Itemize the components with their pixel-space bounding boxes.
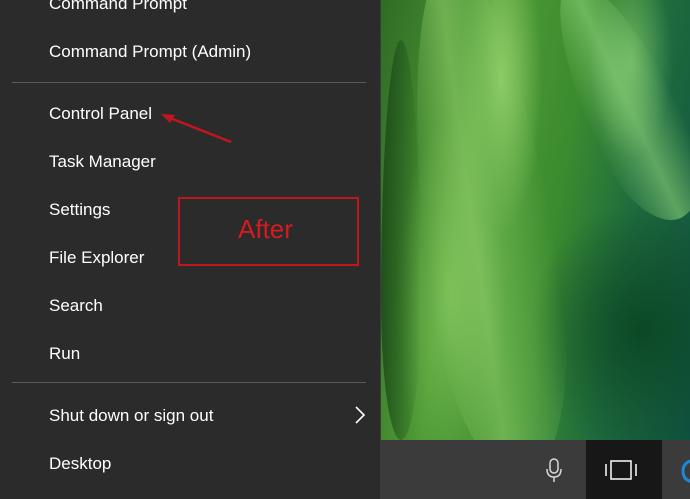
menu-item-command-prompt[interactable]: Command Prompt	[49, 0, 187, 16]
menu-item-control-panel[interactable]: Control Panel	[49, 102, 152, 126]
annotation-label: After	[238, 214, 293, 244]
menu-item-run[interactable]: Run	[49, 342, 80, 366]
menu-item-desktop[interactable]: Desktop	[49, 452, 111, 476]
menu-item-shut-down[interactable]: Shut down or sign out	[49, 404, 213, 428]
menu-item-search[interactable]: Search	[49, 294, 103, 318]
edge-icon[interactable]	[680, 456, 690, 486]
menu-item-settings[interactable]: Settings	[49, 198, 110, 222]
chevron-right-icon[interactable]	[352, 405, 368, 425]
menu-separator	[12, 382, 366, 383]
menu-item-file-explorer[interactable]: File Explorer	[49, 246, 144, 270]
microphone-icon[interactable]	[543, 457, 565, 483]
task-view-icon[interactable]	[604, 458, 638, 482]
menu-item-command-prompt-admin[interactable]: Command Prompt (Admin)	[49, 40, 251, 64]
desktop-wallpaper	[381, 0, 690, 440]
wallpaper-leaf	[530, 0, 690, 237]
menu-item-task-manager[interactable]: Task Manager	[49, 150, 156, 174]
wallpaper-leaf-shadow	[381, 40, 421, 440]
annotation-arrow	[161, 114, 232, 144]
menu-separator	[12, 82, 366, 83]
